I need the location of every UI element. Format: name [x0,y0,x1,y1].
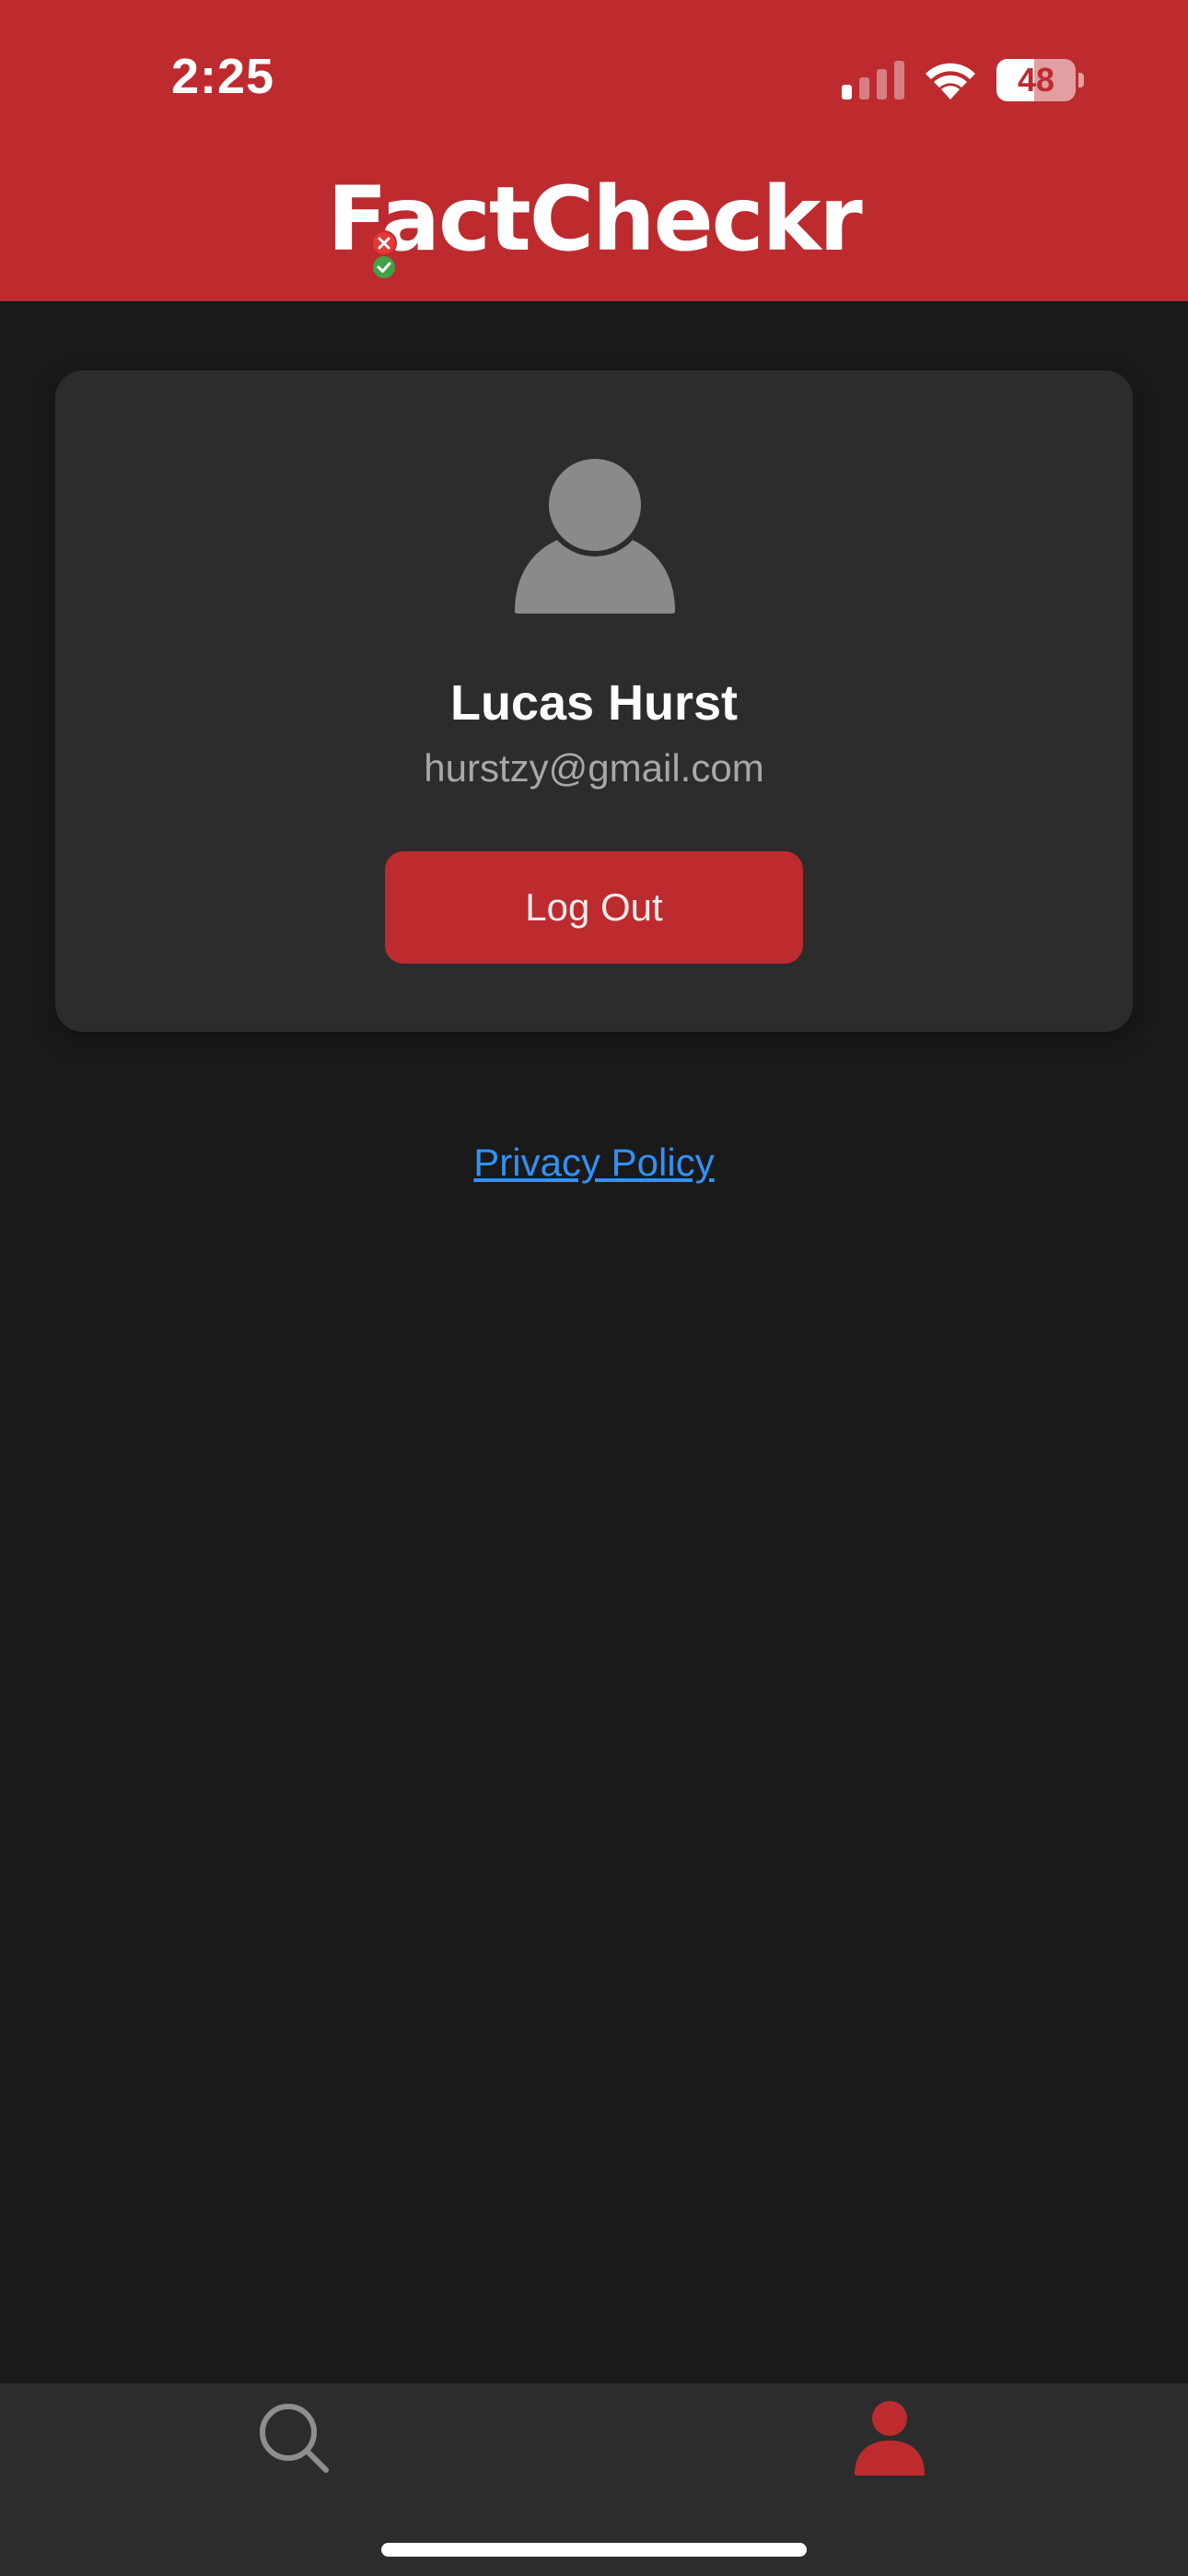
cellular-signal-icon [842,61,904,100]
logout-button[interactable]: Log Out [385,851,803,964]
bottom-tab-bar [0,2383,1188,2576]
avatar-icon [515,457,675,614]
user-email: hurstzy@gmail.com [424,746,764,790]
profile-card: Lucas Hurst hurstzy@gmail.com Log Out [55,370,1133,1032]
privacy-policy-link[interactable]: Privacy Policy [473,1141,714,1184]
battery-level: 48 [1017,61,1055,99]
privacy-policy-row: Privacy Policy [0,1141,1188,1185]
user-name: Lucas Hurst [449,675,739,731]
app-header: 2:25 48 FactCheckr [0,0,1188,301]
status-time: 2:25 [171,49,275,104]
battery-icon: 48 [996,59,1085,101]
wifi-icon [926,63,975,100]
fact-check-badge-icon [371,230,397,280]
app-logo-title: FactCheckr [327,168,863,271]
home-indicator[interactable] [381,2543,807,2557]
search-icon[interactable] [258,2402,332,2476]
profile-icon[interactable] [855,2400,925,2476]
